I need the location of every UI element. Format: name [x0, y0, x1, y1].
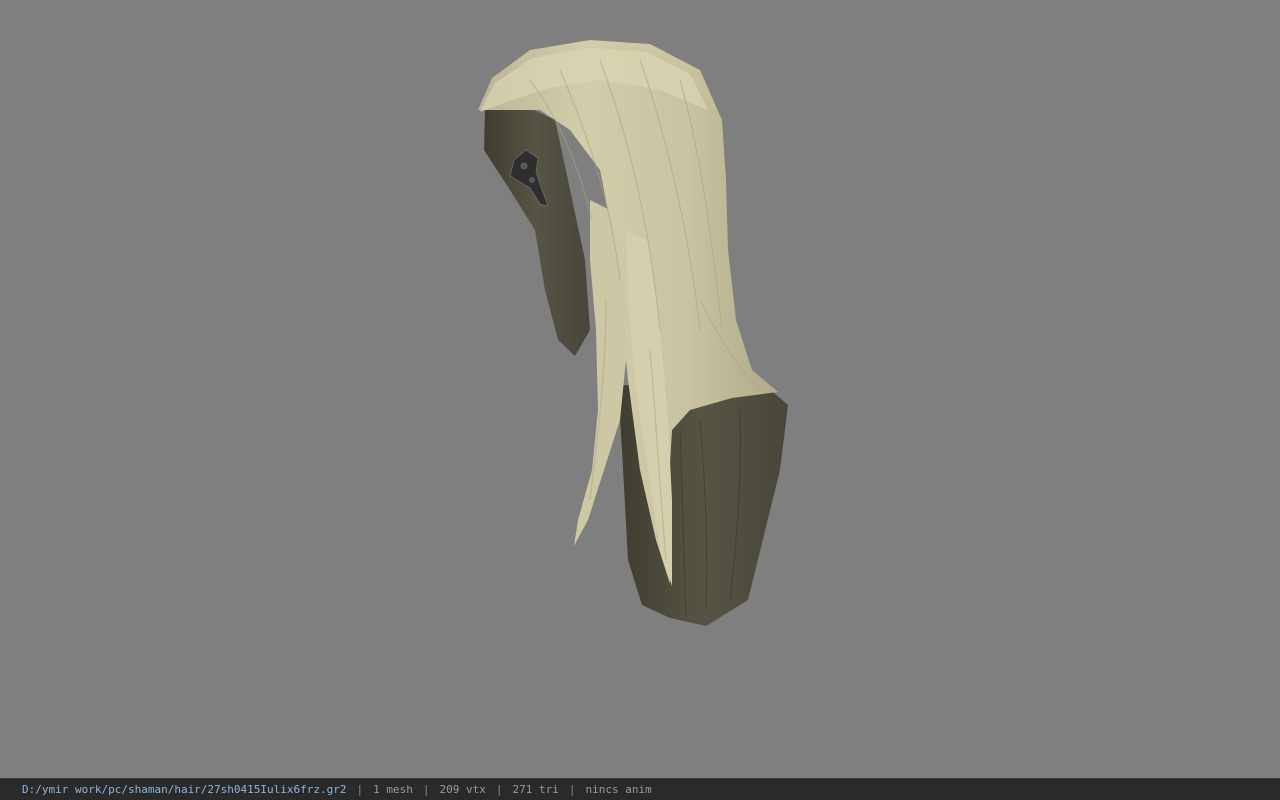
status-separator: |	[356, 783, 364, 796]
status-mesh-count: 1 mesh	[373, 783, 413, 796]
status-separator: |	[422, 783, 430, 796]
status-separator: |	[495, 783, 503, 796]
scalp-inner	[484, 108, 590, 356]
status-triangle-count: 271 tri	[512, 783, 559, 796]
status-file-path: D:/ymir work/pc/shaman/hair/27sh0415Iuli…	[22, 783, 347, 796]
hair-model-render[interactable]	[0, 0, 1280, 778]
3d-viewport[interactable]	[0, 0, 1280, 778]
status-separator: |	[568, 783, 576, 796]
status-anim: nincs anim	[585, 783, 652, 796]
status-bar: D:/ymir work/pc/shaman/hair/27sh0415Iuli…	[0, 778, 1280, 800]
status-vertex-count: 209 vtx	[439, 783, 486, 796]
